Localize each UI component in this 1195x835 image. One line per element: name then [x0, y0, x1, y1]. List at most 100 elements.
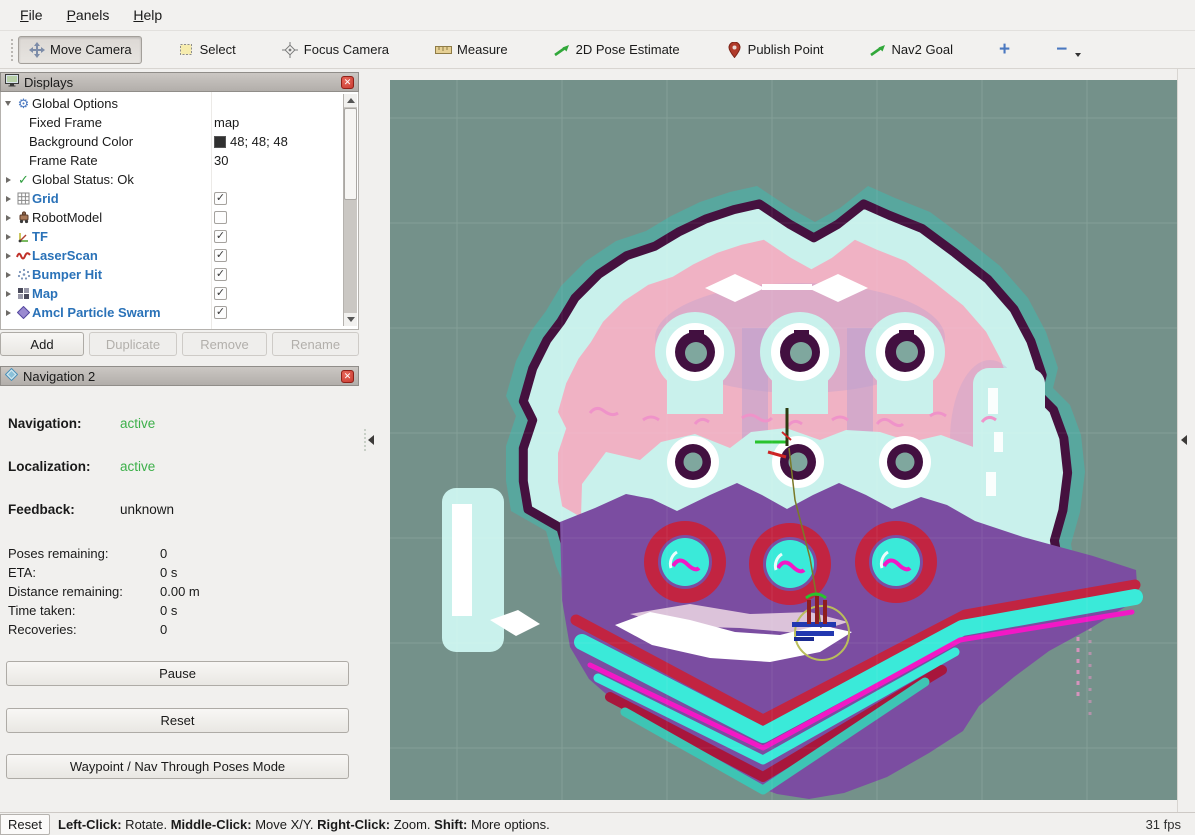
- row-label: RobotModel: [32, 210, 102, 225]
- move-camera-tool-button[interactable]: Move Camera: [18, 36, 142, 64]
- add-tool-button[interactable]: +: [989, 36, 1020, 64]
- 3d-viewport-canvas[interactable]: [390, 80, 1177, 800]
- tree-row-global-status[interactable]: ✓ Global Status: Ok: [1, 170, 358, 189]
- close-icon[interactable]: ✕: [341, 370, 354, 383]
- waypoint-mode-button[interactable]: Waypoint / Nav Through Poses Mode: [6, 754, 349, 779]
- tree-row-map[interactable]: Map: [1, 284, 358, 303]
- rviz-window: File Panels Help Move Camera Select Focu…: [0, 0, 1195, 835]
- localization-status-row: Localization: active: [8, 459, 91, 474]
- nav2-goal-tool-button[interactable]: Nav2 Goal: [860, 36, 963, 64]
- tree-row-background-color[interactable]: Background Color 48; 48; 48: [1, 132, 358, 151]
- panel-collapse-handle-left[interactable]: [364, 426, 378, 454]
- time-taken-row: Time taken: 0 s: [8, 603, 75, 618]
- row-label: Bumper Hit: [32, 267, 102, 282]
- poses-remaining-row: Poses remaining: 0: [8, 546, 108, 561]
- menu-file[interactable]: File: [10, 3, 53, 27]
- remove-tool-button[interactable]: −: [1046, 36, 1091, 64]
- tool-label: Move Camera: [50, 42, 132, 57]
- menu-panels[interactable]: Panels: [57, 3, 120, 27]
- 3d-viewport[interactable]: [390, 80, 1177, 800]
- navigation2-panel-titlebar[interactable]: Navigation 2 ✕: [0, 366, 359, 386]
- publish-point-tool-button[interactable]: Publish Point: [716, 36, 834, 64]
- tree-row-amcl-particle-swarm[interactable]: Amcl Particle Swarm: [1, 303, 358, 322]
- measure-tool-button[interactable]: Measure: [425, 36, 518, 64]
- tree-row-tf[interactable]: TF: [1, 227, 358, 246]
- navigation-value: active: [120, 416, 155, 431]
- tree-row-bumper-hit[interactable]: Bumper Hit: [1, 265, 358, 284]
- ruler-icon: [435, 41, 452, 58]
- menu-panels-mnemonic: P: [67, 7, 76, 23]
- menu-help[interactable]: Help: [123, 3, 172, 27]
- remove-button[interactable]: Remove: [182, 332, 267, 356]
- rename-button[interactable]: Rename: [272, 332, 359, 356]
- pause-button[interactable]: Pause: [6, 661, 349, 686]
- tool-label: Nav2 Goal: [892, 42, 953, 57]
- scrollbar-thumb[interactable]: [344, 108, 357, 200]
- laserscan-checkbox[interactable]: [214, 249, 227, 262]
- feedback-value: unknown: [120, 502, 174, 517]
- scroll-up-icon[interactable]: [344, 94, 357, 107]
- tree-row-global-options[interactable]: ⚙ Global Options: [1, 94, 358, 113]
- plus-icon: +: [999, 41, 1010, 58]
- time-taken-value: 0 s: [160, 603, 177, 618]
- green-arrow-icon: [870, 41, 887, 58]
- tree-row-robotmodel[interactable]: RobotModel: [1, 208, 358, 227]
- laser-scan-marks: [807, 596, 827, 624]
- localization-value: active: [120, 459, 155, 474]
- tree-row-grid[interactable]: Grid: [1, 189, 358, 208]
- tree-row-laserscan[interactable]: LaserScan: [1, 246, 358, 265]
- robot-icon: [15, 211, 32, 224]
- focus-camera-tool-button[interactable]: Focus Camera: [272, 36, 399, 64]
- grid-checkbox[interactable]: [214, 192, 227, 205]
- expander-closed-icon[interactable]: [1, 310, 15, 316]
- navigation-label: Navigation:: [8, 416, 82, 431]
- expander-closed-icon[interactable]: [1, 253, 15, 259]
- map-checkbox[interactable]: [214, 287, 227, 300]
- property-value[interactable]: 48; 48; 48: [214, 134, 288, 149]
- menu-panels-rest: anels: [76, 7, 109, 23]
- recoveries-row: Recoveries: 0: [8, 622, 77, 637]
- add-button[interactable]: Add: [0, 332, 84, 356]
- reset-button[interactable]: Reset: [6, 708, 349, 733]
- crosshair-icon: [282, 41, 299, 58]
- property-value[interactable]: 30: [214, 153, 228, 168]
- expander-closed-icon[interactable]: [1, 215, 15, 221]
- displays-panel-title: Displays: [24, 75, 336, 90]
- tree-row-fixed-frame[interactable]: Fixed Frame map: [1, 113, 358, 132]
- collapse-left-icon: [1181, 435, 1187, 445]
- menu-help-rest: elp: [144, 7, 163, 23]
- eta-row: ETA: 0 s: [8, 565, 36, 580]
- green-arrow-icon: [554, 41, 571, 58]
- expander-closed-icon[interactable]: [1, 177, 15, 183]
- amcl-checkbox[interactable]: [214, 306, 227, 319]
- distance-remaining-row: Distance remaining: 0.00 m: [8, 584, 123, 599]
- row-label: Global Options: [32, 96, 118, 111]
- reset-view-button[interactable]: Reset: [0, 814, 50, 835]
- expander-open-icon[interactable]: [1, 101, 15, 106]
- bumper-hit-icon: [15, 268, 32, 281]
- collapse-left-icon: [368, 435, 374, 445]
- displays-scrollbar[interactable]: [343, 94, 357, 326]
- duplicate-button[interactable]: Duplicate: [89, 332, 177, 356]
- expander-closed-icon[interactable]: [1, 291, 15, 297]
- property-value[interactable]: map: [214, 115, 239, 130]
- select-tool-button[interactable]: Select: [168, 36, 246, 64]
- bumper-hit-checkbox[interactable]: [214, 268, 227, 281]
- panel-collapse-handle-right[interactable]: [1181, 426, 1195, 454]
- scroll-down-icon[interactable]: [344, 313, 357, 326]
- tf-checkbox[interactable]: [214, 230, 227, 243]
- expander-closed-icon[interactable]: [1, 272, 15, 278]
- eta-value: 0 s: [160, 565, 177, 580]
- robotmodel-checkbox[interactable]: [214, 211, 227, 224]
- pose-estimate-tool-button[interactable]: 2D Pose Estimate: [544, 36, 690, 64]
- expander-closed-icon[interactable]: [1, 196, 15, 202]
- tf-axes-icon: [15, 230, 32, 243]
- property-name: Frame Rate: [29, 153, 98, 168]
- expander-closed-icon[interactable]: [1, 234, 15, 240]
- mouse-help-text: Left-Click: Rotate. Middle-Click: Move X…: [58, 817, 550, 832]
- displays-panel-titlebar[interactable]: Displays ✕: [0, 72, 359, 92]
- close-icon[interactable]: ✕: [341, 76, 354, 89]
- menu-bar: File Panels Help: [0, 0, 1195, 31]
- poses-remaining-value: 0: [160, 546, 167, 561]
- tree-row-frame-rate[interactable]: Frame Rate 30: [1, 151, 358, 170]
